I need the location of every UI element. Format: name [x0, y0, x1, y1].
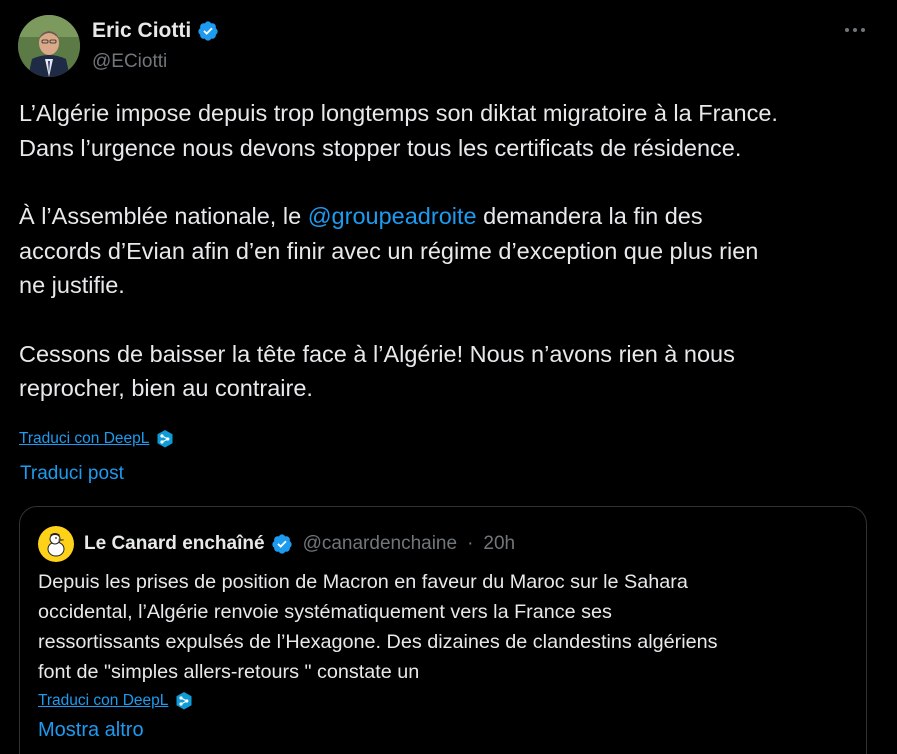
quoted-tweet[interactable]: Le Canard enchaîné @canardenchaine · 20h… — [19, 506, 867, 754]
author-block: Eric Ciotti @ECiotti — [92, 17, 219, 73]
canard-logo-icon — [47, 533, 65, 557]
verified-badge-icon — [271, 533, 293, 555]
quoted-tweet-line: ressortissants expulsés de l’Hexagone. D… — [38, 631, 718, 653]
deepl-translate-link[interactable]: Traduci con DeepL — [19, 430, 149, 448]
quoted-tweet-line: font de "simples allers-retours " consta… — [38, 661, 420, 683]
tweet-line: ne justifie. — [19, 272, 125, 298]
more-horizontal-icon — [845, 28, 865, 32]
author-name-row: Eric Ciotti — [92, 17, 219, 45]
separator-dot: · — [467, 533, 474, 554]
author-handle[interactable]: @ECiotti — [92, 51, 219, 73]
quoted-deepl-translate-row: Traduci con DeepL — [38, 691, 194, 711]
verified-badge-icon — [197, 20, 219, 42]
quoted-author-avatar — [38, 526, 74, 562]
tweet-line: accords d’Evian afin d’en finir avec un … — [19, 237, 759, 264]
tweet-line: reprocher, bien au contraire. — [19, 375, 313, 401]
tweet-line: L’Algérie impose depuis trop longtemps s… — [19, 100, 778, 126]
tweet-line: Dans l’urgence nous devons stopper tous … — [19, 134, 742, 161]
quoted-tweet-time: 20h — [483, 533, 516, 554]
quoted-tweet-header: Le Canard enchaîné @canardenchaine · 20h — [38, 525, 515, 563]
more-options-button[interactable] — [836, 15, 874, 45]
deepl-translate-row: Traduci con DeepL — [19, 429, 175, 449]
tweet-text: L’Algérie impose depuis trop longtemps s… — [19, 96, 879, 406]
show-more-link[interactable]: Mostra altro — [38, 719, 144, 742]
quoted-author-name: Le Canard enchaîné — [84, 533, 265, 554]
quoted-tweet-line: occidental, l’Algérie renvoie systématiq… — [38, 601, 612, 623]
author-avatar[interactable] — [18, 15, 80, 77]
deepl-icon[interactable] — [174, 691, 194, 711]
quoted-tweet-text: Depuis les prises de position de Macron … — [38, 567, 848, 687]
author-name[interactable]: Eric Ciotti — [92, 19, 191, 43]
deepl-icon[interactable] — [155, 429, 175, 449]
mention-link[interactable]: @groupeadroite — [308, 203, 477, 229]
quoted-author-handle: @canardenchaine — [302, 533, 458, 554]
author-photo — [18, 15, 80, 77]
quoted-deepl-translate-link[interactable]: Traduci con DeepL — [38, 692, 168, 710]
tweet-line: À l’Assemblée nationale, le @groupeadroi… — [19, 199, 879, 234]
tweet-detail: Eric Ciotti @ECiotti L’Algérie impose de… — [0, 0, 897, 754]
translate-post-link[interactable]: Traduci post — [20, 463, 124, 485]
tweet-text-segment: demandera la fin des — [476, 203, 703, 229]
quoted-tweet-line: Depuis les prises de position de Macron … — [38, 571, 688, 593]
tweet-line: Cessons de baisser la tête face à l’Algé… — [19, 340, 735, 367]
tweet-text-segment: À l’Assemblée nationale, le — [19, 203, 308, 229]
